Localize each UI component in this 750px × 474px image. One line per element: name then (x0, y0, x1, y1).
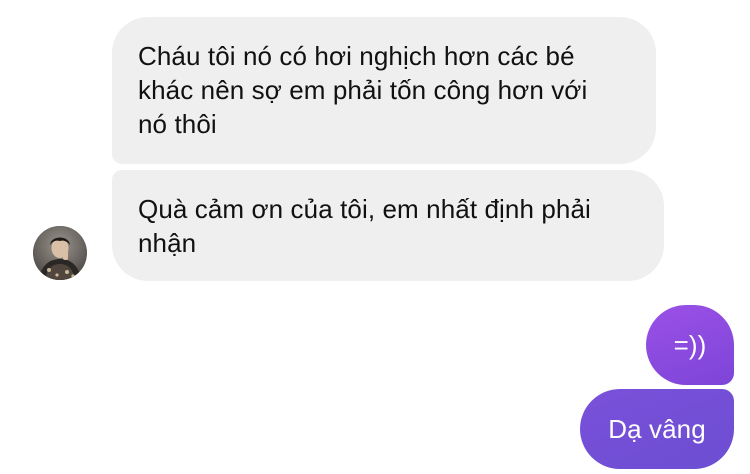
message-text-line: Cháu tôi nó có hơi nghịch hơn các bé (138, 41, 575, 71)
outgoing-message-bubble[interactable]: Dạ vâng (580, 389, 734, 469)
message-text-line: khác nên sợ em phải tốn công hơn với (138, 75, 588, 105)
contact-avatar[interactable] (33, 226, 87, 280)
incoming-message-bubble[interactable]: Quà cảm ơn của tôi, em nhất định phải nh… (112, 170, 664, 281)
message-thread: Cháu tôi nó có hơi nghịch hơn các bé khá… (0, 0, 750, 474)
message-text-line: Quà cảm ơn của tôi, em nhất định phải (138, 194, 591, 224)
incoming-message-bubble[interactable]: Cháu tôi nó có hơi nghịch hơn các bé khá… (112, 17, 656, 164)
message-text: =)) (673, 330, 707, 360)
message-text-line: nó thôi (138, 109, 217, 139)
message-text-line: nhận (138, 228, 197, 258)
outgoing-message-bubble[interactable]: =)) (646, 305, 734, 385)
message-text: Dạ vâng (608, 414, 706, 444)
profile-photo-icon (33, 226, 87, 280)
